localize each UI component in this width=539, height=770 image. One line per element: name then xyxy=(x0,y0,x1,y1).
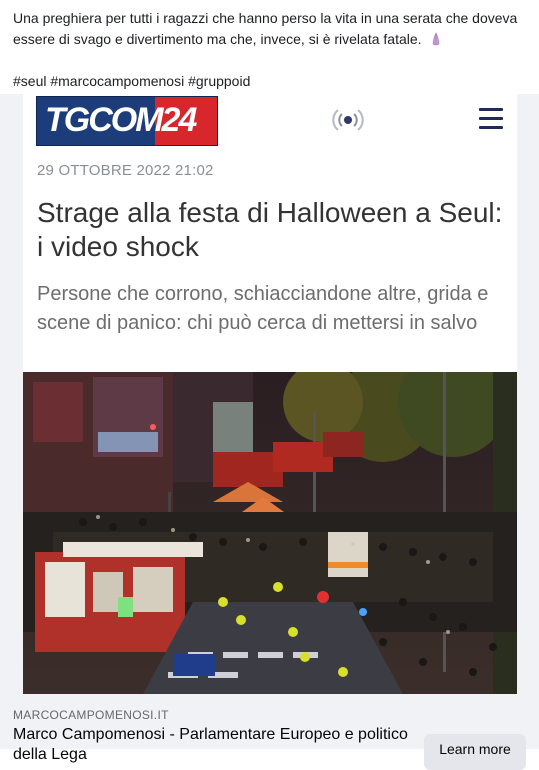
hamburger-menu-icon xyxy=(479,108,503,130)
article-title: Strage alla festa di Halloween a Seul: i… xyxy=(37,197,503,262)
praying-hands-icon xyxy=(433,32,440,46)
article-date: 29 OTTOBRE 2022 21:02 xyxy=(37,162,214,179)
post-text: Una preghiera per tutti i ragazzi che ha… xyxy=(13,8,518,92)
live-broadcast-icon xyxy=(332,109,364,131)
hashtag-list: #seul #marcocampomenosi #gruppoid xyxy=(13,71,518,92)
article-subtitle: Persone che corrono, schiacciandone altr… xyxy=(37,283,489,334)
hashtag-link[interactable]: #gruppoid xyxy=(188,73,250,89)
hashtag-link[interactable]: #seul xyxy=(13,73,46,89)
logo-text: TGCOM24 xyxy=(45,101,197,139)
hashtag-link[interactable]: #marcocampomenosi xyxy=(50,73,184,89)
article-header: TGCOM24 xyxy=(23,94,517,150)
link-domain: MARCOCAMPOMENOSI.IT xyxy=(13,708,169,722)
tgcom24-logo: TGCOM24 xyxy=(36,96,218,146)
learn-more-button[interactable]: Learn more xyxy=(424,734,526,770)
link-title[interactable]: Marco Campomenosi - Parlamentare Europeo… xyxy=(13,725,413,765)
article-preview-image[interactable]: TGCOM24 29 OTTOBRE 2022 21:02 Strage all… xyxy=(23,94,517,694)
crowd-photo xyxy=(23,372,517,694)
link-meta[interactable]: MARCOCAMPOMENOSI.IT Marco Campomenosi - … xyxy=(0,694,539,770)
